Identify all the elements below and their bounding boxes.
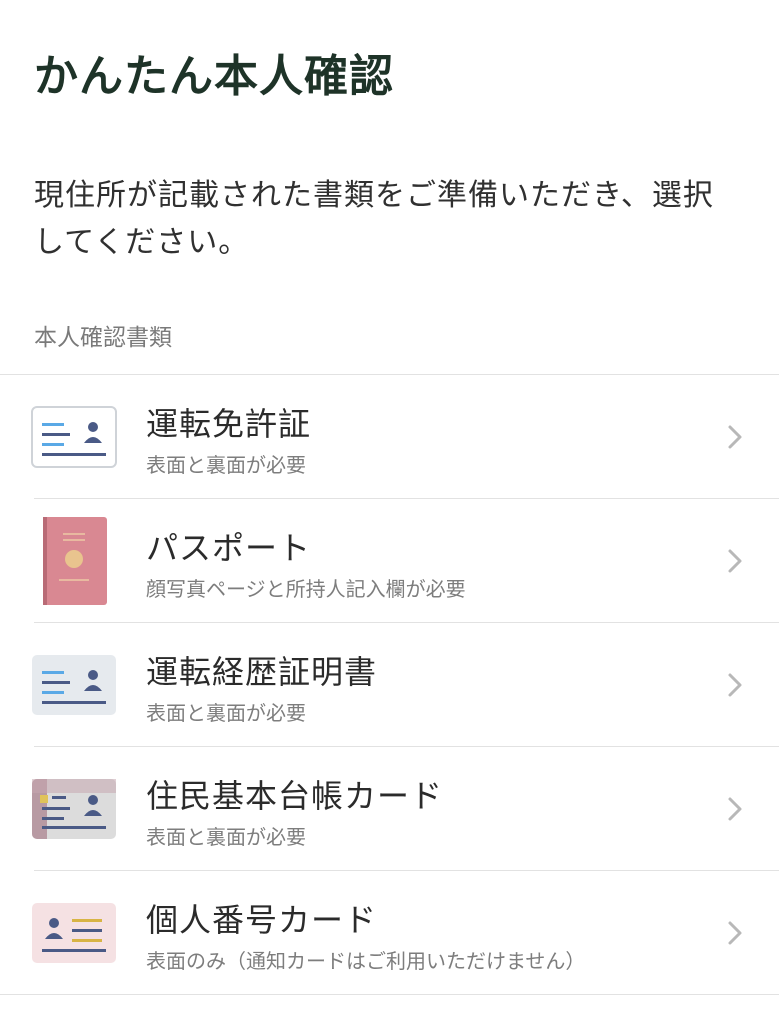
item-subtitle: 表面と裏面が必要 bbox=[146, 453, 306, 477]
drivers-license-icon bbox=[30, 403, 118, 471]
page-title: かんたん本人確認 bbox=[34, 51, 394, 102]
chevron-right-icon bbox=[728, 425, 742, 449]
item-subtitle: 表面のみ（通知カードはご利用いただけません） bbox=[146, 949, 586, 973]
chevron-right-icon bbox=[728, 797, 742, 821]
chevron-right-icon bbox=[728, 673, 742, 697]
chevron-right-icon bbox=[728, 921, 742, 945]
resident-registry-card-icon bbox=[30, 775, 118, 843]
item-title: 運転経歴証明書 bbox=[146, 653, 378, 691]
driving-record-certificate-icon bbox=[30, 651, 118, 719]
list-item-passport[interactable]: パスポート 顔写真ページと所持人記入欄が必要 bbox=[0, 499, 779, 623]
passport-icon bbox=[30, 517, 118, 605]
list-item-my-number-card[interactable]: 個人番号カード 表面のみ（通知カードはご利用いただけません） bbox=[0, 871, 779, 995]
document-list: 運転免許証 表面と裏面が必要 パスポート 顔写真ページと所持人記入欄が必要 運転… bbox=[0, 374, 779, 995]
item-subtitle: 表面と裏面が必要 bbox=[146, 701, 306, 725]
item-title: 個人番号カード bbox=[146, 901, 378, 939]
section-label: 本人確認書類 bbox=[34, 325, 172, 351]
item-subtitle: 表面と裏面が必要 bbox=[146, 825, 306, 849]
item-title: 運転免許証 bbox=[146, 405, 312, 443]
list-item-drivers-license[interactable]: 運転免許証 表面と裏面が必要 bbox=[0, 375, 779, 499]
list-item-resident-registry-card[interactable]: 住民基本台帳カード 表面と裏面が必要 bbox=[0, 747, 779, 871]
list-item-driving-record-certificate[interactable]: 運転経歴証明書 表面と裏面が必要 bbox=[0, 623, 779, 747]
item-title: パスポート bbox=[146, 529, 312, 567]
my-number-card-icon bbox=[30, 899, 118, 967]
item-subtitle: 顔写真ページと所持人記入欄が必要 bbox=[146, 577, 466, 601]
instruction-text: 現住所が記載された書類をご準備いただき、選択してください。 bbox=[34, 178, 714, 260]
item-title: 住民基本台帳カード bbox=[146, 777, 444, 815]
chevron-right-icon bbox=[728, 549, 742, 573]
